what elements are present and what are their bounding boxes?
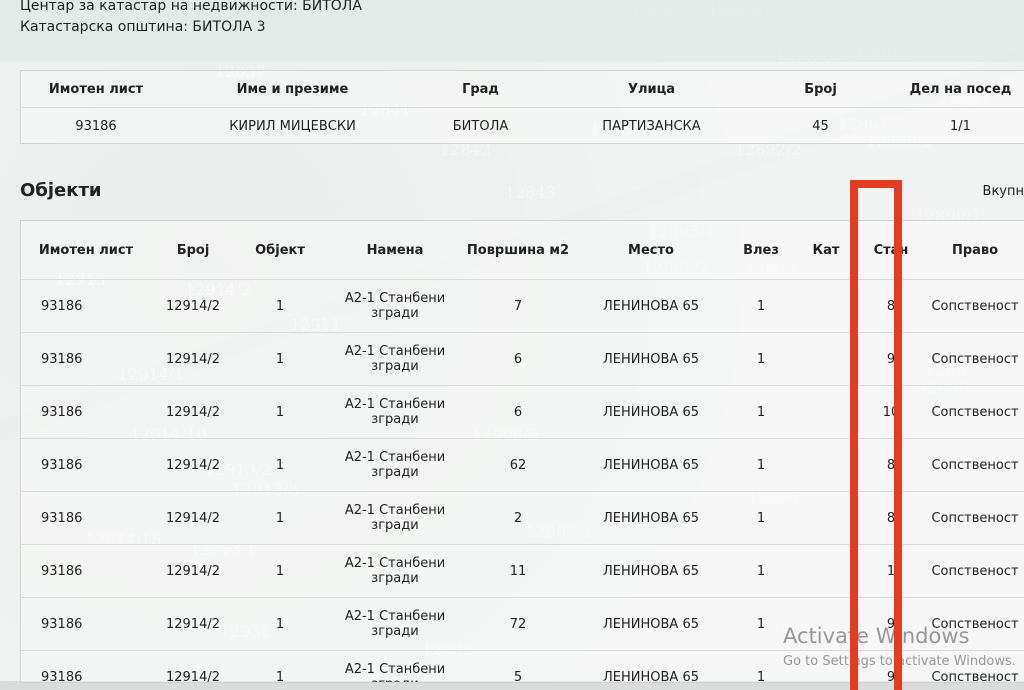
owner-cell-name: КИРИЛ МИЦЕВСКИ <box>229 118 356 134</box>
owner-cell-property-sheet: 93186 <box>75 118 117 134</box>
objects-section-title: Објекти <box>20 180 102 201</box>
objects-cell-property-sheet: 93186 <box>41 616 83 632</box>
objects-cell-object: 1 <box>275 510 285 526</box>
objects-cell-number: 12914/2 <box>165 563 220 579</box>
objects-cell-object: 1 <box>275 616 285 632</box>
owner-cell-street: ПАРТИЗАНСКА <box>602 118 701 134</box>
owner-col-city: Град <box>462 81 499 97</box>
owner-col-property-sheet: Имотен лист <box>48 81 144 97</box>
objects-cell-right: Сопственост <box>931 351 1019 367</box>
objects-cell-right: Сопственост <box>931 298 1019 314</box>
objects-cell-property-sheet: 93186 <box>41 404 83 420</box>
objects-cell-purpose: А2-1 Станбени згради <box>344 556 446 586</box>
objects-cell-purpose: А2-1 Станбени згради <box>344 609 446 639</box>
objects-cell-number: 12914/2 <box>165 510 220 526</box>
objects-col-number: Број <box>176 242 210 258</box>
objects-cell-number: 12914/2 <box>165 616 220 632</box>
objects-cell-right: Сопственост <box>931 563 1019 579</box>
owner-table-header: Имотен лист Име и презиме Град Улица Бро… <box>21 71 1024 108</box>
objects-cell-object: 1 <box>275 351 285 367</box>
owner-cell-number: 45 <box>812 118 829 134</box>
objects-cell-object: 1 <box>275 457 285 473</box>
owner-table-row: 93186 КИРИЛ МИЦЕВСКИ БИТОЛА ПАРТИЗАНСКА … <box>21 108 1024 144</box>
owner-col-share: Дел на посед <box>909 81 1012 97</box>
objects-cell-purpose: А2-1 Станбени згради <box>344 450 446 480</box>
objects-total-label: Вкупн <box>982 184 1024 199</box>
objects-cell-location: ЛЕНИНОВА 65 <box>603 351 699 367</box>
objects-cell-area: 2 <box>513 510 523 526</box>
objects-cell-object: 1 <box>275 298 285 314</box>
objects-cell-purpose: А2-1 Станбени згради <box>344 503 446 533</box>
objects-cell-location: ЛЕНИНОВА 65 <box>603 510 699 526</box>
objects-cell-entrance: 1 <box>756 457 766 473</box>
objects-cell-area: 7 <box>513 298 523 314</box>
cadastral-municipality-label: Катастарска општина: БИТОЛА 3 <box>20 19 266 35</box>
objects-cell-entrance: 1 <box>756 563 766 579</box>
objects-cell-object: 1 <box>275 563 285 579</box>
objects-cell-entrance: 1 <box>756 510 766 526</box>
objects-cell-area: 11 <box>509 563 527 579</box>
owner-cell-city: БИТОЛА <box>452 118 509 134</box>
objects-cell-object: 1 <box>275 404 285 420</box>
owner-table: Имотен лист Име и презиме Град Улица Бро… <box>20 70 1024 144</box>
apartment-column-highlight <box>850 180 902 690</box>
objects-col-location: Место <box>628 242 674 258</box>
objects-cell-property-sheet: 93186 <box>41 457 83 473</box>
owner-col-number: Број <box>804 81 837 97</box>
owner-cell-share: 1/1 <box>950 118 971 134</box>
objects-cell-number: 12914/2 <box>165 351 220 367</box>
objects-cell-entrance: 1 <box>756 298 766 314</box>
objects-cell-location: ЛЕНИНОВА 65 <box>603 298 699 314</box>
objects-cell-entrance: 1 <box>756 351 766 367</box>
header-panel: Центар за катастар на недвижности: БИТОЛ… <box>0 0 1024 62</box>
owner-col-street: Улица <box>627 81 676 97</box>
objects-cell-location: ЛЕНИНОВА 65 <box>603 563 699 579</box>
objects-cell-number: 12914/2 <box>165 457 220 473</box>
objects-cell-area: 72 <box>509 616 527 632</box>
objects-col-object: Објект <box>255 242 305 258</box>
objects-cell-location: ЛЕНИНОВА 65 <box>603 616 699 632</box>
objects-col-right: Право <box>951 242 999 258</box>
objects-col-property-sheet: Имотен лист <box>38 242 134 258</box>
objects-cell-number: 12914/2 <box>165 298 220 314</box>
objects-cell-right: Сопственост <box>931 404 1019 420</box>
objects-col-entrance: Влез <box>743 242 779 258</box>
objects-cell-area: 62 <box>509 457 527 473</box>
objects-col-area: Површина м2 <box>466 242 570 258</box>
objects-cell-location: ЛЕНИНОВА 65 <box>603 404 699 420</box>
objects-cell-property-sheet: 93186 <box>41 298 83 314</box>
objects-cell-purpose: А2-1 Станбени згради <box>344 662 446 682</box>
objects-cell-purpose: А2-1 Станбени згради <box>344 397 446 427</box>
objects-cell-right: Сопственост <box>931 510 1019 526</box>
objects-cell-property-sheet: 93186 <box>41 351 83 367</box>
objects-cell-number: 12914/2 <box>165 404 220 420</box>
objects-cell-purpose: А2-1 Станбени згради <box>344 291 446 321</box>
objects-col-purpose: Намена <box>366 242 424 258</box>
objects-cell-entrance: 1 <box>756 616 766 632</box>
objects-cell-area: 6 <box>513 404 523 420</box>
cadastre-center-label: Центар за катастар на недвижности: БИТОЛ… <box>20 0 362 14</box>
objects-cell-area: 6 <box>513 351 523 367</box>
objects-cell-property-sheet: 93186 <box>41 510 83 526</box>
objects-cell-purpose: А2-1 Станбени згради <box>344 344 446 374</box>
objects-cell-entrance: 1 <box>756 404 766 420</box>
objects-cell-property-sheet: 93186 <box>41 563 83 579</box>
objects-cell-right: Сопственост <box>931 457 1019 473</box>
owner-col-name: Име и презиме <box>236 81 349 97</box>
objects-cell-location: ЛЕНИНОВА 65 <box>603 457 699 473</box>
